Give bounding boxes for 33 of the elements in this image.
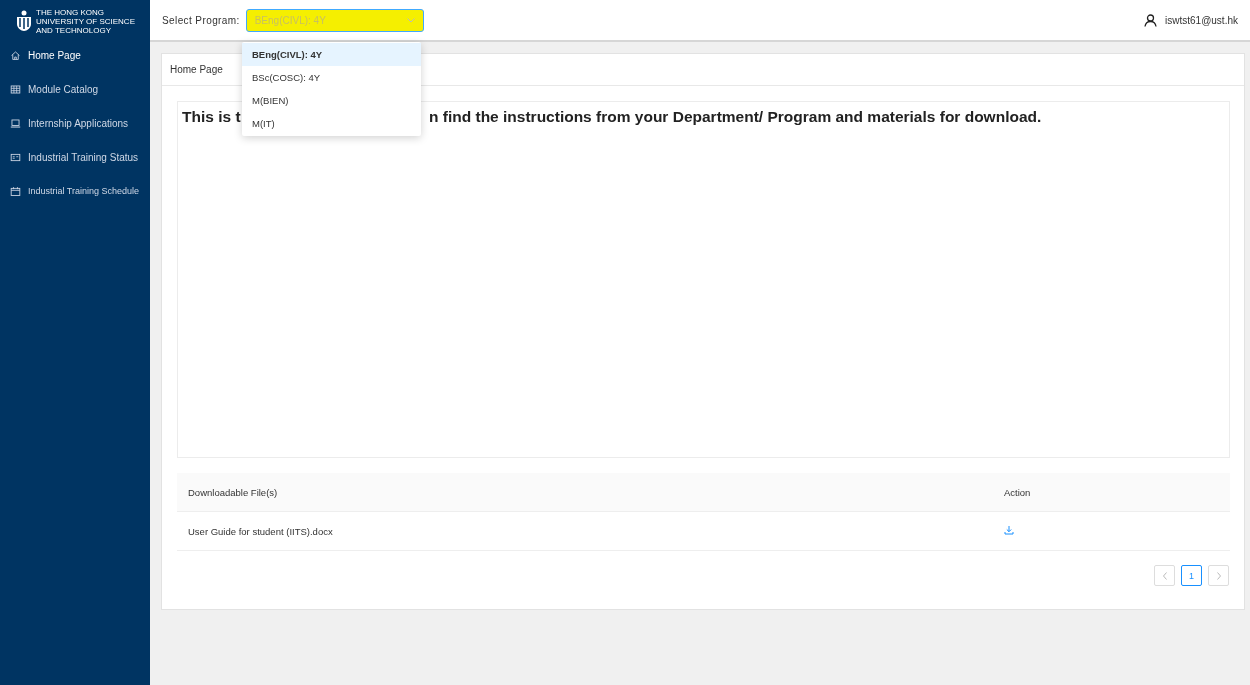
dropdown-option[interactable]: BSc(COSC): 4Y [242, 66, 421, 89]
previous-page-button[interactable] [1154, 565, 1175, 586]
column-header: Action [993, 473, 1230, 512]
select-label: Select Program: [162, 14, 240, 26]
laptop-icon [10, 117, 21, 129]
message-text: n find the instructions from your Department/ Program and materials for download. [429, 108, 1042, 126]
logo-text: AND TECHNOLOGY [36, 25, 112, 35]
dropdown-option[interactable]: M(BIEN) [242, 89, 421, 112]
user-email[interactable]: iswtst61@ust.hk [1165, 14, 1238, 26]
sidebar-item[interactable]: Home Page [0, 38, 150, 72]
sidebar-item[interactable]: Industrial Training Status [0, 140, 150, 174]
table-cell: User Guide for student (IITS).docx [177, 511, 993, 551]
logo-text: THE HONG KONG [36, 7, 105, 17]
chevron-right-icon [1215, 571, 1222, 580]
dropdown-option[interactable]: BEng(CIVL): 4Y [242, 43, 421, 66]
page-tab[interactable]: Home Page [170, 64, 223, 75]
home-icon [10, 49, 21, 61]
sidebar-item[interactable]: Module Catalog [0, 72, 150, 106]
chevron-down-icon [406, 17, 415, 23]
calendar-icon [10, 185, 21, 197]
logo-text: UNIVERSITY OF SCIENCE [36, 16, 135, 26]
user-icon [1144, 13, 1158, 27]
id-card-icon [10, 151, 21, 163]
table-icon [10, 83, 21, 95]
download-icon[interactable] [1004, 525, 1014, 535]
university-logo-icon [16, 10, 32, 32]
sidebar-item[interactable]: Internship Applications [0, 106, 150, 140]
chevron-left-icon [1161, 571, 1168, 580]
dropdown-option[interactable]: M(IT) [242, 112, 421, 135]
message-text: This is t [182, 108, 241, 126]
column-header: Downloadable File(s) [177, 473, 993, 512]
sidebar-item[interactable]: Industrial Training Schedule [0, 174, 150, 208]
next-page-button[interactable] [1208, 565, 1229, 586]
